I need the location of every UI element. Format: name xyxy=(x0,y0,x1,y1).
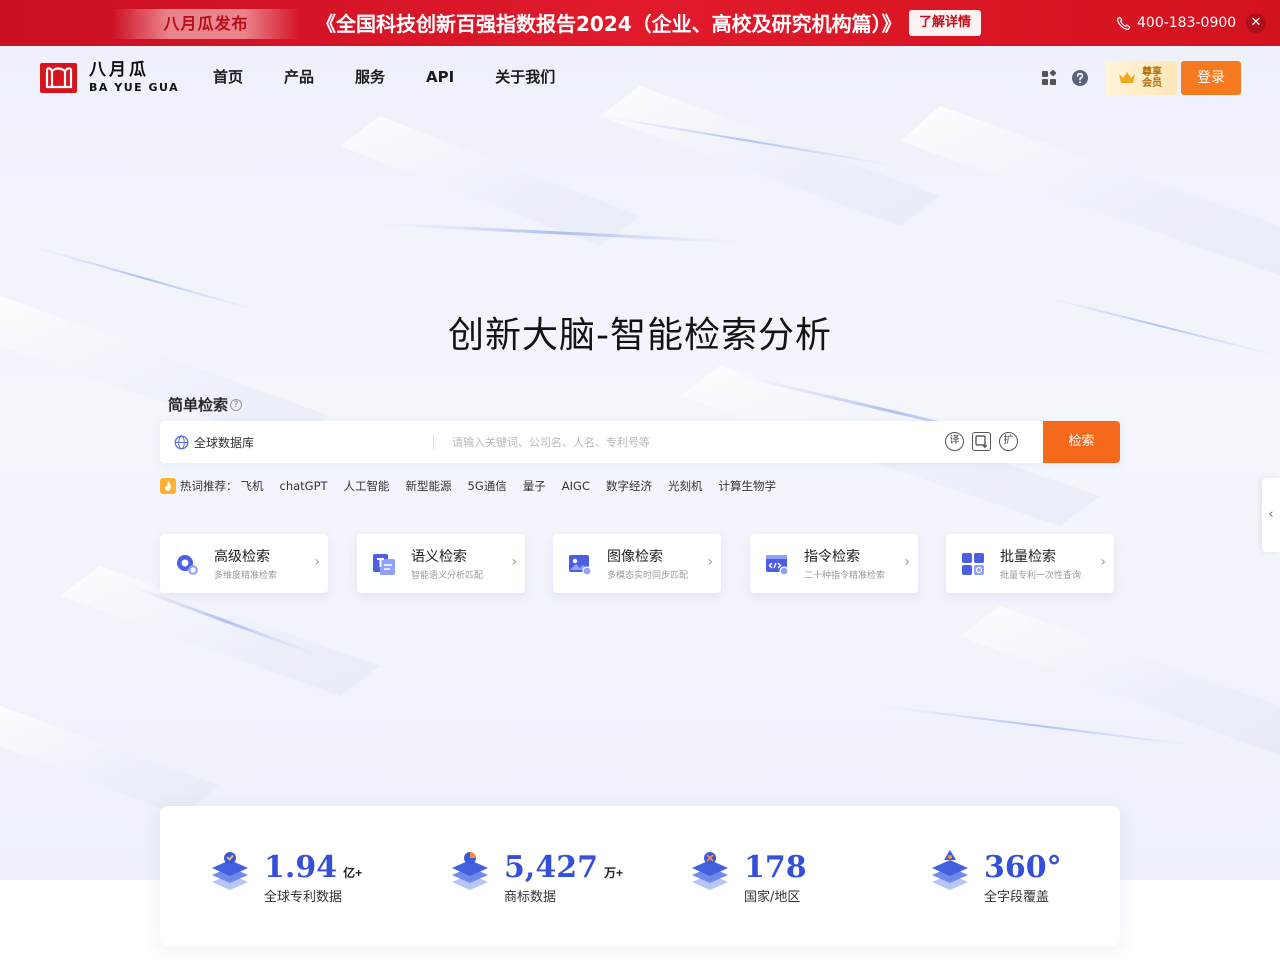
vip-button[interactable]: 尊享 会员 xyxy=(1105,61,1177,95)
promo-tag: 八月瓜发布 xyxy=(112,9,300,39)
card-batch-search[interactable]: 批量检索 批量专利一次性查询 › xyxy=(946,534,1114,593)
phone-icon xyxy=(1116,16,1131,30)
hot-keyword[interactable]: 计算生物学 xyxy=(718,478,776,494)
chevron-right-icon: › xyxy=(707,554,713,570)
stat-value: 178 xyxy=(744,850,807,885)
nav-item-home[interactable]: 首页 xyxy=(213,67,243,87)
card-subtitle: 智能语义分析匹配 xyxy=(411,571,484,581)
translate-icon[interactable]: 译 xyxy=(945,432,964,451)
vip-label-2: 会员 xyxy=(1142,78,1162,89)
search-tools: 译 扩 xyxy=(945,432,1018,451)
nav-menu: 首页 产品 服务 API 关于我们 xyxy=(213,67,596,87)
logo[interactable]: 八月瓜 BA YUE GUA xyxy=(40,62,179,93)
stats-panel: 1.94 亿+ 全球专利数据 5,427 万+ 商标数据 178 国家/地区 360… xyxy=(160,806,1120,946)
promo-phone: 400-183-0900 xyxy=(1116,12,1236,34)
database-select[interactable]: 全球数据库 xyxy=(174,421,254,463)
stat-label: 商标数据 xyxy=(504,890,557,905)
gear-search-icon xyxy=(177,555,198,575)
hot-keyword[interactable]: 数字经济 xyxy=(606,478,652,494)
close-icon[interactable]: ✕ xyxy=(1246,13,1266,33)
hot-keyword[interactable]: 新型能源 xyxy=(406,478,452,494)
promo-details-button[interactable]: 了解详情 xyxy=(909,10,981,36)
patent-stack-icon xyxy=(212,852,248,890)
card-subtitle: 二十种指令精准检索 xyxy=(804,571,886,581)
help-circle-icon[interactable]: ? xyxy=(230,398,243,411)
phone-number: 400-183-0900 xyxy=(1137,15,1237,31)
login-button[interactable]: 登录 xyxy=(1181,61,1241,95)
card-subtitle: 多模态实时同步匹配 xyxy=(607,571,689,581)
hot-keywords: 热词推荐： 飞机 chatGPT 人工智能 新型能源 5G通信 量子 AIGC … xyxy=(160,477,792,495)
chevron-right-icon: › xyxy=(511,554,517,570)
text-document-icon xyxy=(373,554,395,575)
grid-batch-icon xyxy=(962,553,984,575)
vip-label-1: 尊享 xyxy=(1142,67,1162,78)
globe-stack-icon xyxy=(692,852,728,890)
search-button[interactable]: 检索 xyxy=(1043,421,1120,463)
nav-item-services[interactable]: 服务 xyxy=(355,67,385,87)
promo-banner[interactable]: 八月瓜发布 《全国科技创新百强指数报告2024（企业、高校及研究机构篇）》 了解… xyxy=(0,0,1280,46)
globe-icon xyxy=(174,435,189,449)
card-title: 图像检索 xyxy=(607,549,663,565)
card-title: 批量检索 xyxy=(1000,549,1056,565)
search-mode-cards: 高级检索 多维度精准检索 › 语义检索 智能语义分析匹配 › 图像检索 多模态实… xyxy=(160,534,1120,594)
code-command-icon xyxy=(766,555,789,576)
divider xyxy=(433,435,434,449)
expand-icon[interactable]: 扩 xyxy=(999,432,1018,451)
hot-keyword[interactable]: 光刻机 xyxy=(668,478,703,494)
logo-text-en: BA YUE GUA xyxy=(89,81,180,94)
card-command-search[interactable]: 指令检索 二十种指令精准检索 › xyxy=(750,534,918,593)
card-image-search[interactable]: 图像检索 多模态实时同步匹配 › xyxy=(553,534,721,593)
logo-text-cn: 八月瓜 xyxy=(89,60,149,80)
hot-label: 热词推荐： xyxy=(180,479,238,493)
stat-value: 5,427 xyxy=(504,850,598,885)
nav-item-api[interactable]: API xyxy=(426,67,454,87)
nav-item-products[interactable]: 产品 xyxy=(284,67,314,87)
card-advanced-search[interactable]: 高级检索 多维度精准检索 › xyxy=(160,534,328,593)
card-semantic-search[interactable]: 语义检索 智能语义分析匹配 › xyxy=(357,534,525,593)
geometric-background xyxy=(0,86,1280,816)
page-title: 创新大脑-智能检索分析 xyxy=(448,315,832,356)
hot-keyword[interactable]: 人工智能 xyxy=(344,478,390,494)
card-title: 高级检索 xyxy=(214,549,270,565)
card-title: 指令检索 xyxy=(804,549,860,565)
fire-icon xyxy=(160,478,176,494)
hero-background xyxy=(0,46,1280,880)
image-search-icon xyxy=(569,555,592,576)
help-icon[interactable] xyxy=(1071,69,1089,87)
card-subtitle: 批量专利一次性查询 xyxy=(1000,571,1082,581)
card-subtitle: 多维度精准检索 xyxy=(214,571,278,581)
search-mode-label: 简单检索 ? xyxy=(168,394,243,415)
promo-title[interactable]: 《全国科技创新百强指数报告2024（企业、高校及研究机构篇）》 xyxy=(316,9,902,39)
stat-unit: 万+ xyxy=(603,866,623,880)
hot-keyword[interactable]: AIGC xyxy=(562,479,590,493)
hot-keyword[interactable]: 5G通信 xyxy=(468,478,507,494)
search-bar: 全球数据库 译 扩 检索 xyxy=(160,421,1120,463)
stat-unit: 亿+ xyxy=(343,866,363,880)
logo-mark-icon xyxy=(40,62,77,93)
card-title: 语义检索 xyxy=(411,549,467,565)
stat-label: 全球专利数据 xyxy=(264,890,343,905)
database-label: 全球数据库 xyxy=(194,435,255,450)
nav-actions: 尊享 会员 登录 xyxy=(1040,61,1241,95)
chevron-right-icon: › xyxy=(904,554,910,570)
stat-value: 1.94 xyxy=(264,850,338,885)
stat-value: 360° xyxy=(984,850,1062,885)
apps-grid-icon[interactable] xyxy=(1040,69,1058,87)
chevron-left-icon: ‹ xyxy=(1268,507,1274,522)
coverage-stack-icon xyxy=(932,850,968,890)
stat-label: 国家/地区 xyxy=(744,890,801,905)
side-collapse-tab[interactable]: ‹ xyxy=(1262,478,1280,552)
stat-label: 全字段覆盖 xyxy=(984,890,1050,905)
hot-keyword[interactable]: 量子 xyxy=(523,478,546,494)
hot-keyword[interactable]: chatGPT xyxy=(280,479,328,493)
simple-search-label: 简单检索 xyxy=(168,396,229,414)
chevron-right-icon: › xyxy=(1100,554,1106,570)
image-upload-icon[interactable] xyxy=(972,432,991,451)
nav-item-about[interactable]: 关于我们 xyxy=(495,67,555,87)
trademark-stack-icon xyxy=(452,852,488,890)
crown-icon xyxy=(1119,72,1135,83)
chevron-right-icon: › xyxy=(314,554,320,570)
hot-keyword[interactable]: 飞机 xyxy=(241,478,264,494)
top-nav: 八月瓜 BA YUE GUA 首页 产品 服务 API 关于我们 尊享 会员 登录 xyxy=(0,46,1280,108)
